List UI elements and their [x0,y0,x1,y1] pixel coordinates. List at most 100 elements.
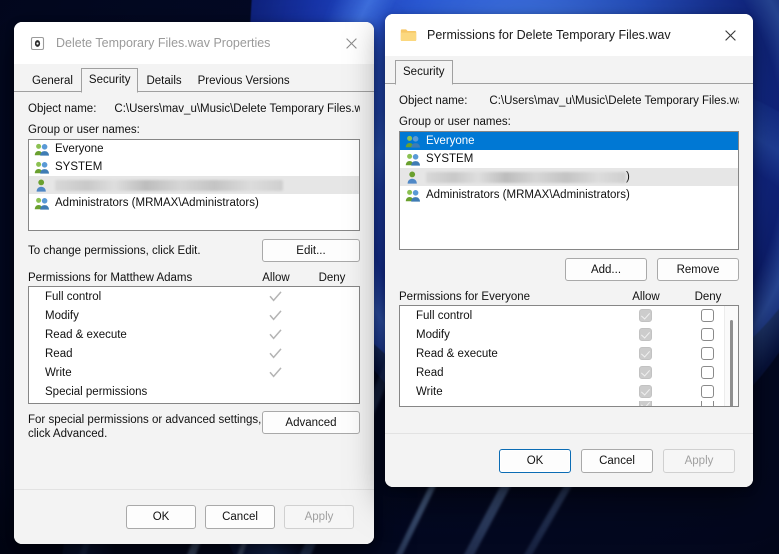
close-icon[interactable] [328,22,374,64]
tab-details[interactable]: Details [138,70,189,92]
permission-name: Read [416,366,444,379]
allow-check-icon[interactable] [247,367,303,378]
advanced-hint-text: For special permissions or advanced sett… [28,414,262,440]
allow-check-icon[interactable] [247,310,303,321]
add-button[interactable]: Add... [565,258,647,281]
tab-general[interactable]: General [24,70,81,92]
permissions-for-label: Permissions for Matthew Adams [28,272,193,284]
list-item[interactable]: Administrators (MRMAX\Administrators) [29,194,359,212]
table-row[interactable]: Read [29,344,359,363]
advanced-button[interactable]: Advanced [262,411,360,434]
allow-check-icon[interactable] [247,291,303,302]
table-row[interactable]: Full control [400,306,738,325]
list-item-label: SYSTEM [55,161,103,173]
list-item[interactable] [29,176,359,194]
permissions-listbox[interactable]: Full control Modify Read & execute Read [399,305,739,407]
allow-checkbox[interactable] [614,347,676,360]
file-properties-icon [28,34,46,52]
list-item[interactable]: SYSTEM [400,150,738,168]
allow-checkbox[interactable] [614,401,676,406]
permissions-titlebar[interactable]: Permissions for Delete Temporary Files.w… [385,14,753,56]
folder-icon [399,26,417,44]
list-item-label: Administrators (MRMAX\Administrators) [426,189,630,201]
ok-button[interactable]: OK [499,448,571,473]
allow-column-header: Allow [632,291,660,303]
group-user-listbox[interactable]: Everyone SYSTEM [28,139,360,231]
table-row[interactable]: Read & execute [29,325,359,344]
permission-name: Write [45,366,72,379]
permissions-title: Permissions for Delete Temporary Files.w… [427,28,671,42]
allow-checkbox[interactable] [614,385,676,398]
list-item-label: Administrators (MRMAX\Administrators) [55,197,259,209]
allow-check-icon[interactable] [247,348,303,359]
properties-titlebar[interactable]: Delete Temporary Files.wav Properties [14,22,374,64]
table-row[interactable]: Modify [400,325,738,344]
edit-button[interactable]: Edit... [262,239,360,262]
tab-security[interactable]: Security [395,60,453,85]
permission-name: Full control [45,290,102,303]
table-row[interactable]: Write [400,382,738,401]
permission-name: Special permissions [45,385,148,398]
tab-security[interactable]: Security [80,68,139,93]
table-row[interactable]: Read & execute [400,344,738,363]
scrollbar-thumb[interactable] [730,320,733,406]
properties-title: Delete Temporary Files.wav Properties [56,36,271,50]
table-row[interactable]: Special permissions [29,382,359,401]
group-user-listbox[interactable]: Everyone SYSTEM [399,131,739,250]
deny-column-header: Deny [318,272,346,284]
tab-previous-versions[interactable]: Previous Versions [190,70,298,92]
group-or-user-names-label: Group or user names: [399,116,511,128]
object-name-row: Object name: C:\Users\mav_u\Music\Delete… [28,103,360,115]
list-item[interactable]: SYSTEM [29,158,359,176]
allow-column-header: Allow [262,272,290,284]
permissions-header-row: Permissions for Everyone Allow Deny [399,291,739,303]
allow-checkbox[interactable] [614,328,676,341]
permissions-scrollbar[interactable] [724,306,738,406]
list-item-label: ) [626,171,630,183]
apply-button: Apply [663,448,735,473]
permissions-listbox[interactable]: Full control Modify Read & execute Read … [28,286,360,404]
single-user-icon [405,170,421,185]
list-item-label: Everyone [55,143,104,155]
advanced-hint-row: For special permissions or advanced sett… [28,411,360,441]
group-users-icon [34,196,50,211]
close-icon[interactable] [707,14,753,56]
allow-checkbox[interactable] [614,366,676,379]
permissions-header-row: Permissions for Matthew Adams Allow Deny [28,272,360,284]
list-item[interactable]: Everyone [29,140,359,158]
group-users-icon [405,134,421,149]
remove-button[interactable]: Remove [657,258,739,281]
allow-checkbox[interactable] [614,309,676,322]
table-row[interactable]: Modify [29,306,359,325]
object-name-value: C:\Users\mav_u\Music\Delete Temporary Fi… [489,95,739,107]
group-or-user-names-label: Group or user names: [28,124,140,136]
permission-name: Modify [416,328,450,341]
list-item[interactable]: ) [400,168,738,186]
list-item-label: Everyone [426,135,475,147]
list-item[interactable]: Administrators (MRMAX\Administrators) [400,186,738,204]
properties-footer: OK Cancel Apply [14,490,374,544]
allow-check-icon[interactable] [247,329,303,340]
cancel-button[interactable]: Cancel [205,505,275,529]
cancel-button[interactable]: Cancel [581,448,653,473]
redacted-user-name [426,171,626,183]
apply-button: Apply [284,505,354,529]
group-users-icon [34,142,50,157]
permission-name: Modify [45,309,79,322]
table-row[interactable]: Full control [29,287,359,306]
permissions-for-label: Permissions for Everyone [399,291,531,303]
properties-tabstrip: General Security Details Previous Versio… [14,68,374,93]
table-row-partial[interactable] [400,401,738,406]
table-row[interactable]: Write [29,363,359,382]
group-users-icon [405,152,421,167]
group-users-icon [34,160,50,175]
edit-hint-row: To change permissions, click Edit. Edit.… [28,239,360,262]
table-row[interactable]: Read [400,363,738,382]
group-users-icon [405,188,421,203]
ok-button[interactable]: OK [126,505,196,529]
list-item-selected[interactable]: Everyone [400,132,738,150]
permissions-footer: OK Cancel Apply [385,434,753,487]
single-user-icon [34,178,50,193]
object-name-label: Object name: [28,103,97,115]
permission-name: Read [45,347,73,360]
